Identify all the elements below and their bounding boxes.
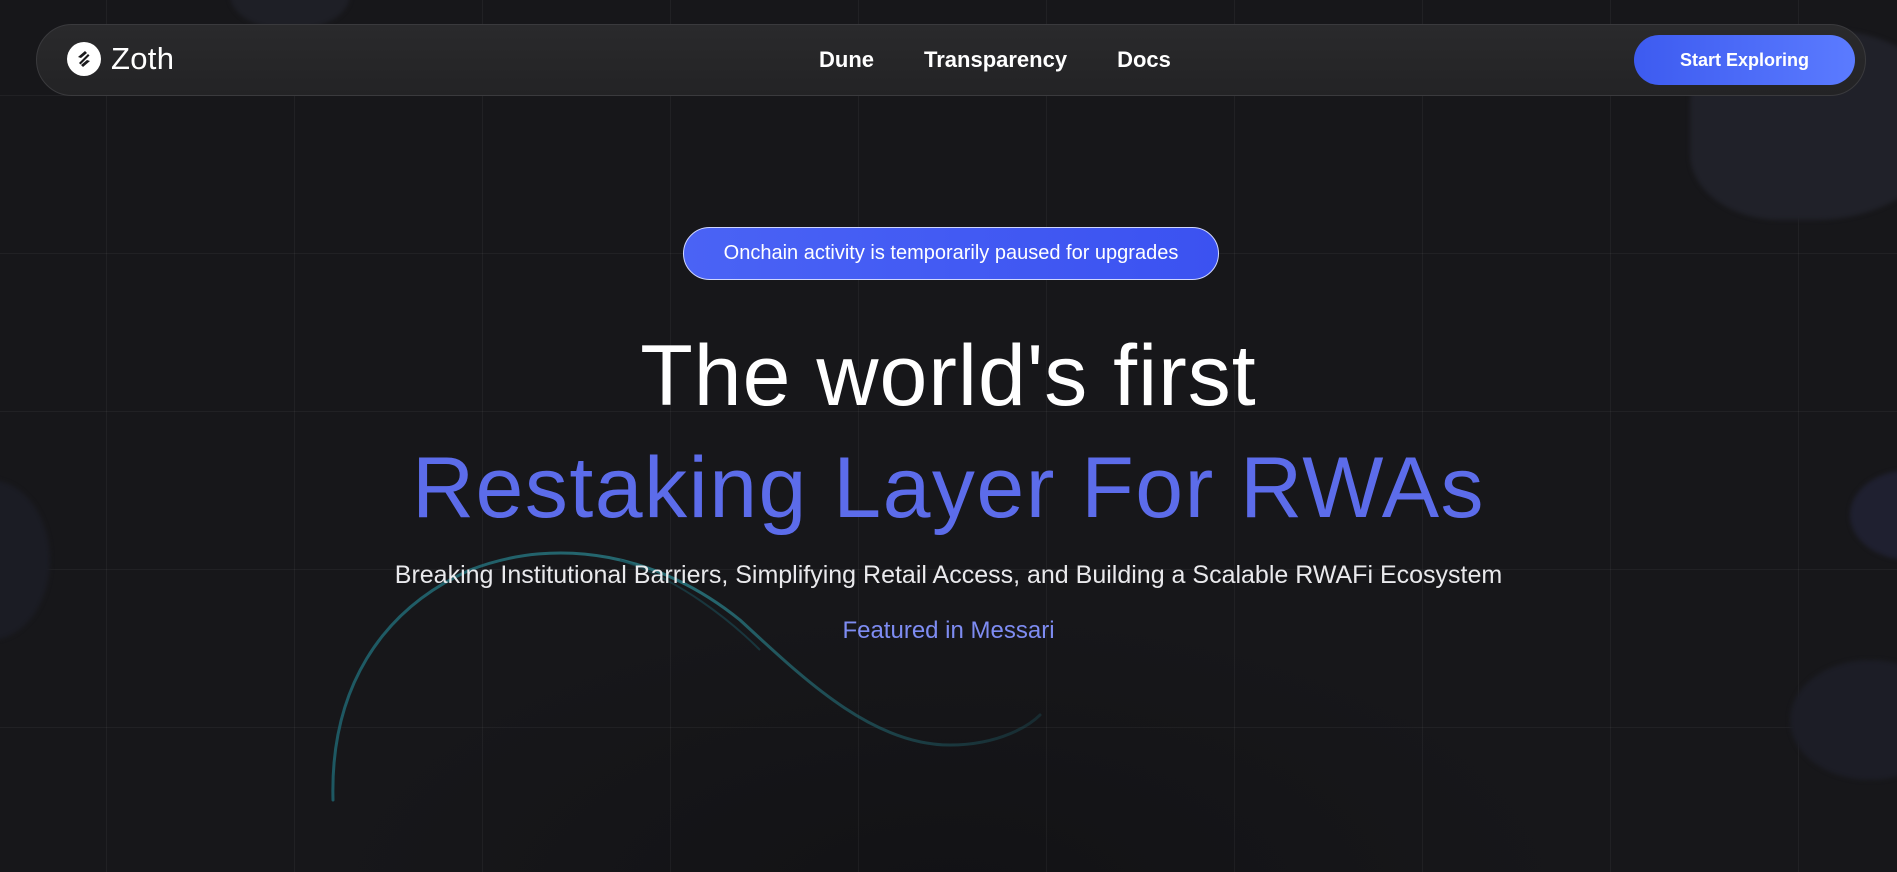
navbar: Zoth Dune Transparency Docs Start Explor…: [36, 24, 1866, 96]
hero-subtitle: Breaking Institutional Barriers, Simplif…: [394, 561, 1503, 589]
status-notice-badge[interactable]: Onchain activity is temporarily paused f…: [683, 227, 1219, 280]
brand-name: Zoth: [111, 41, 175, 76]
nav-links: Dune Transparency Docs: [819, 47, 1171, 73]
decorative-wave: [331, 551, 1042, 802]
zoth-logo-icon: [67, 42, 101, 76]
nav-link-dune[interactable]: Dune: [819, 47, 874, 73]
start-exploring-button[interactable]: Start Exploring: [1634, 35, 1855, 85]
hero-headline-accent: Restaking Layer For RWAs: [411, 440, 1486, 536]
brand[interactable]: Zoth: [67, 41, 174, 77]
decorative-blob: [1790, 660, 1897, 780]
page: Zoth Dune Transparency Docs Start Explor…: [0, 0, 1897, 872]
background-grid: [0, 0, 1897, 872]
hero-headline: The world's first: [640, 328, 1257, 424]
nav-link-docs[interactable]: Docs: [1117, 47, 1171, 73]
featured-in-messari-link[interactable]: Featured in Messari: [0, 617, 1897, 645]
nav-link-transparency[interactable]: Transparency: [924, 47, 1067, 73]
